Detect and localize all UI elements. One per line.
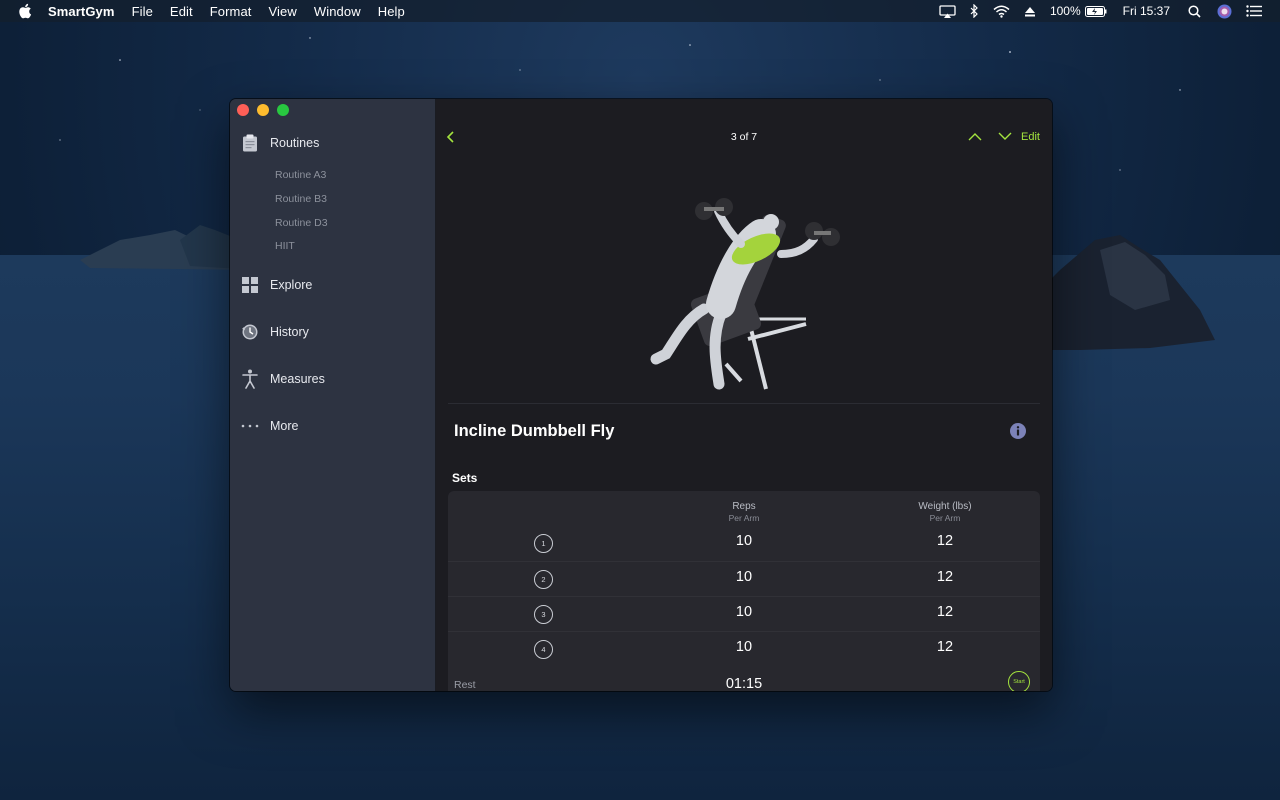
sidebar-item-more[interactable]: More (240, 416, 298, 436)
menu-app-name[interactable]: SmartGym (48, 4, 115, 19)
window-controls (237, 104, 297, 116)
bluetooth-icon[interactable] (970, 4, 979, 18)
previous-exercise-icon[interactable] (968, 132, 982, 141)
battery-percent: 100% (1049, 4, 1081, 18)
section-divider (448, 403, 1040, 404)
close-window-button[interactable] (237, 104, 249, 116)
reps-subheader: Per Arm (728, 513, 760, 523)
detail-toolbar: 3 of 7 Edit (436, 129, 1052, 145)
routine-item[interactable]: Routine B3 (275, 193, 327, 205)
sidebar-item-label: Explore (270, 278, 313, 292)
minimize-window-button[interactable] (257, 104, 269, 116)
ellipsis-icon (240, 416, 260, 436)
reps-column-header: Reps Per Arm (684, 501, 804, 523)
reps-value[interactable]: 10 (684, 639, 804, 655)
body-figure-icon (240, 369, 260, 389)
menu-clock[interactable]: Fri 15:37 (1123, 4, 1170, 18)
edit-button[interactable]: Edit (1021, 131, 1040, 143)
spotlight-search-icon[interactable] (1188, 4, 1201, 18)
sets-table: Reps Per Arm Weight (lbs) Per Arm 1 10 1… (448, 491, 1040, 691)
next-exercise-icon[interactable] (998, 132, 1012, 141)
reps-value[interactable]: 10 (684, 569, 804, 585)
weight-value[interactable]: 12 (885, 639, 1005, 655)
sidebar-item-routines[interactable]: Routines (240, 133, 319, 153)
table-row[interactable]: 1 10 12 (448, 526, 1040, 561)
island-left (80, 225, 260, 270)
airplay-icon[interactable] (939, 4, 956, 18)
table-row[interactable]: 2 10 12 (448, 561, 1040, 597)
menu-view[interactable]: View (269, 4, 297, 19)
weight-value[interactable]: 12 (885, 533, 1005, 549)
menu-bar: SmartGym File Edit Format View Window He… (0, 0, 1280, 22)
set-number-badge: 2 (534, 570, 553, 589)
weight-column-header: Weight (lbs) Per Arm (885, 501, 1005, 523)
exercise-counter: 3 of 7 (730, 131, 758, 143)
siri-icon[interactable] (1217, 4, 1232, 19)
sets-heading: Sets (452, 471, 478, 485)
weight-header: Weight (lbs) (918, 501, 972, 512)
exercise-detail: 3 of 7 Edit Incline Dumbbell Fly Sets Re… (436, 99, 1052, 691)
rest-label: Rest (454, 679, 476, 691)
app-window: Routines Routine A3 Routine B3 Routine D… (230, 99, 1052, 691)
exercise-title: Incline Dumbbell Fly (454, 422, 615, 440)
sidebar-item-label: History (270, 325, 309, 339)
reps-value[interactable]: 10 (684, 533, 804, 549)
set-number-badge: 4 (534, 640, 553, 659)
eject-icon[interactable] (1024, 6, 1036, 17)
routine-item[interactable]: Routine D3 (275, 217, 328, 229)
routine-item[interactable]: Routine A3 (275, 169, 326, 181)
set-number-badge: 1 (534, 534, 553, 553)
exercise-illustration (650, 198, 840, 390)
menu-format[interactable]: Format (210, 4, 252, 19)
menu-window[interactable]: Window (314, 4, 361, 19)
island-right (1040, 235, 1215, 350)
sidebar-item-label: Routines (270, 136, 320, 150)
clock-history-icon (240, 322, 260, 342)
table-row[interactable]: 3 10 12 (448, 596, 1040, 632)
menu-file[interactable]: File (132, 4, 153, 19)
weight-value[interactable]: 12 (885, 569, 1005, 585)
notification-center-icon[interactable] (1246, 5, 1262, 17)
sidebar-item-history[interactable]: History (240, 322, 309, 342)
clipboard-icon (240, 133, 260, 153)
menu-edit[interactable]: Edit (170, 4, 193, 19)
set-number-badge: 3 (534, 605, 553, 624)
weight-value[interactable]: 12 (885, 604, 1005, 620)
sidebar-item-measures[interactable]: Measures (240, 369, 325, 389)
weight-subheader: Per Arm (929, 513, 961, 523)
sidebar-item-label: More (270, 419, 299, 433)
grid-icon (240, 275, 260, 295)
start-timer-button[interactable]: Start (1008, 671, 1030, 691)
sidebar-item-label: Measures (270, 372, 325, 386)
sidebar: Routines Routine A3 Routine B3 Routine D… (230, 99, 436, 691)
rest-timer-value[interactable]: 01:15 (684, 676, 804, 691)
reps-header: Reps (732, 501, 756, 512)
apple-menu-icon[interactable] (18, 3, 32, 19)
sidebar-item-explore[interactable]: Explore (240, 275, 312, 295)
menu-help[interactable]: Help (378, 4, 405, 19)
reps-value[interactable]: 10 (684, 604, 804, 620)
battery-icon[interactable] (1084, 5, 1107, 17)
zoom-window-button[interactable] (277, 104, 289, 116)
table-row[interactable]: 4 10 12 (448, 631, 1040, 667)
routine-item[interactable]: HIIT (275, 240, 295, 252)
info-icon[interactable] (1010, 423, 1026, 439)
wifi-icon[interactable] (993, 5, 1010, 18)
